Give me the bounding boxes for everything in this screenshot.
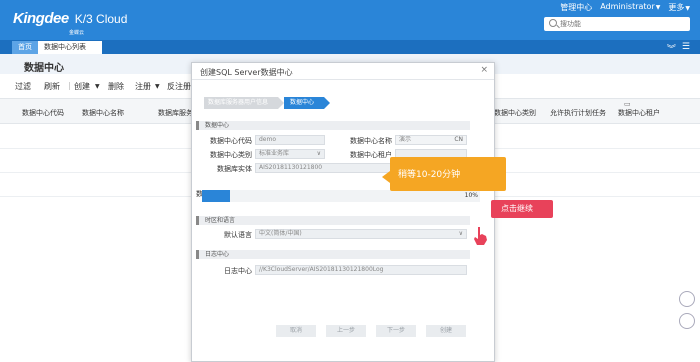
language-select[interactable]: 中文(简体/中国) ∨ bbox=[255, 229, 467, 239]
admin-center-link[interactable]: 管理中心 bbox=[560, 2, 592, 13]
filter-button[interactable]: 过滤 bbox=[15, 81, 31, 92]
dialog-footer: 取消 上一步 下一步 创建 bbox=[192, 325, 494, 337]
name-label: 数据中心名称 bbox=[350, 137, 392, 145]
unregister-button[interactable]: 反注册 bbox=[167, 81, 191, 92]
col-db-server[interactable]: 数据库服务 bbox=[158, 108, 193, 118]
toolbar-divider: | bbox=[68, 81, 71, 90]
type-select[interactable]: 标准业务库 ∨ bbox=[255, 149, 325, 159]
chevron-down-icon: ▼ bbox=[685, 5, 690, 12]
log-field[interactable]: //K3CloudServer/AIS20181130121800Log bbox=[255, 265, 467, 275]
more-label: 更多 bbox=[668, 3, 685, 12]
type-value: 标准业务库 bbox=[259, 150, 290, 157]
create-button[interactable]: 创建 bbox=[426, 325, 466, 337]
screen-icon[interactable]: ▭ bbox=[624, 100, 631, 108]
cancel-button[interactable]: 取消 bbox=[276, 325, 316, 337]
code-field[interactable]: demo bbox=[255, 135, 325, 145]
create-button[interactable]: 创建 bbox=[74, 81, 90, 92]
section-datacenter: 数据中心 bbox=[196, 121, 470, 130]
progress-bar: 10% bbox=[202, 190, 480, 202]
chevron-down-icon: ▼ bbox=[155, 83, 160, 90]
entity-label: 数据库实体 bbox=[217, 165, 252, 173]
name-field[interactable]: 演示 CN bbox=[395, 135, 467, 145]
chevron-down-icon: ∨ bbox=[458, 230, 463, 237]
lang-badge: CN bbox=[454, 136, 463, 143]
section-title: 数据中心 bbox=[205, 122, 230, 129]
chevron-down-icon: ▼ bbox=[95, 83, 100, 90]
wait-tip-text: 稍等10-20分钟 bbox=[398, 170, 461, 180]
section-log: 日志中心 bbox=[196, 250, 470, 259]
refresh-button[interactable]: 刷新 bbox=[44, 81, 60, 92]
col-code[interactable]: 数据中心代码 bbox=[22, 108, 64, 118]
search-input[interactable] bbox=[560, 18, 680, 30]
section-locale: 时区和语言 bbox=[196, 216, 470, 225]
language-value: 中文(简体/中国) bbox=[259, 230, 302, 237]
app-logo[interactable]: Kingdee K/3 Cloud 金蝶云 bbox=[13, 10, 128, 36]
chevron-down-icon: ▼ bbox=[655, 4, 661, 11]
tab-home[interactable]: 首页 bbox=[12, 41, 38, 54]
more-menu[interactable]: 更多▼ bbox=[668, 2, 690, 13]
tab-datacenter-list[interactable]: 数据中心列表✕ bbox=[38, 41, 102, 64]
pointer-hand-icon bbox=[474, 227, 487, 245]
chevron-down-icon: ∨ bbox=[316, 150, 321, 157]
step-datacenter: 数据中心 bbox=[284, 97, 330, 109]
type-label: 数据中心类别 bbox=[210, 151, 252, 159]
log-label: 日志中心 bbox=[224, 267, 252, 275]
section-title: 日志中心 bbox=[205, 251, 230, 258]
delete-button[interactable]: 删除 bbox=[108, 81, 124, 92]
next-button[interactable]: 下一步 bbox=[376, 325, 416, 337]
product-name: K/3 Cloud bbox=[74, 12, 128, 26]
continue-hint-text: 点击继续 bbox=[501, 204, 533, 213]
create-datacenter-dialog: 创建SQL Server数据中心 × 数据库服务器用户信息 数据中心 数据中心 … bbox=[191, 62, 495, 362]
close-icon[interactable]: × bbox=[480, 65, 488, 75]
brand-cn: 金蝶云 bbox=[69, 30, 85, 36]
previous-button[interactable]: 上一步 bbox=[326, 325, 366, 337]
tab-label: 数据中心列表 bbox=[44, 43, 86, 51]
top-header: Kingdee K/3 Cloud 金蝶云 管理中心 Administrator▼… bbox=[0, 0, 700, 40]
step-db-user-info: 数据库服务器用户信息 bbox=[204, 97, 284, 109]
section-title: 时区和语言 bbox=[205, 217, 236, 224]
wait-tip: 稍等10-20分钟 bbox=[382, 157, 506, 191]
col-tenant[interactable]: 数据中心租户 bbox=[618, 108, 660, 118]
dialog-title: 创建SQL Server数据中心 bbox=[200, 68, 293, 77]
col-schedule[interactable]: 允许执行计划任务 bbox=[550, 108, 606, 118]
name-value: 演示 bbox=[399, 136, 412, 143]
page-title: 数据中心 bbox=[24, 63, 64, 74]
brand-name: Kingdee bbox=[13, 10, 69, 27]
language-label: 默认语言 bbox=[224, 231, 252, 239]
continue-hint: 点击继续 bbox=[491, 200, 553, 218]
float-icons bbox=[679, 291, 697, 335]
top-links: 管理中心 Administrator▼ 更多▼ bbox=[560, 2, 690, 13]
search-box bbox=[544, 17, 690, 31]
user-name: Administrator bbox=[600, 2, 655, 11]
user-menu[interactable]: Administrator▼ bbox=[600, 2, 660, 13]
progress-fill bbox=[202, 190, 230, 202]
help-icon[interactable] bbox=[679, 291, 695, 307]
service-icon[interactable] bbox=[679, 313, 695, 329]
code-label: 数据中心代码 bbox=[210, 137, 252, 145]
tenant-label: 数据中心租户 bbox=[350, 151, 392, 159]
tab-strip: 首页 数据中心列表✕ ︾ ☰ bbox=[0, 40, 700, 64]
progress-percent: 10% bbox=[464, 192, 478, 199]
col-name[interactable]: 数据中心名称 bbox=[82, 108, 124, 118]
search-icon[interactable] bbox=[549, 19, 557, 27]
col-type[interactable]: 数据中心类别 bbox=[494, 108, 536, 118]
dialog-titlebar: 创建SQL Server数据中心 × bbox=[192, 63, 494, 80]
register-button[interactable]: 注册 bbox=[135, 81, 151, 92]
